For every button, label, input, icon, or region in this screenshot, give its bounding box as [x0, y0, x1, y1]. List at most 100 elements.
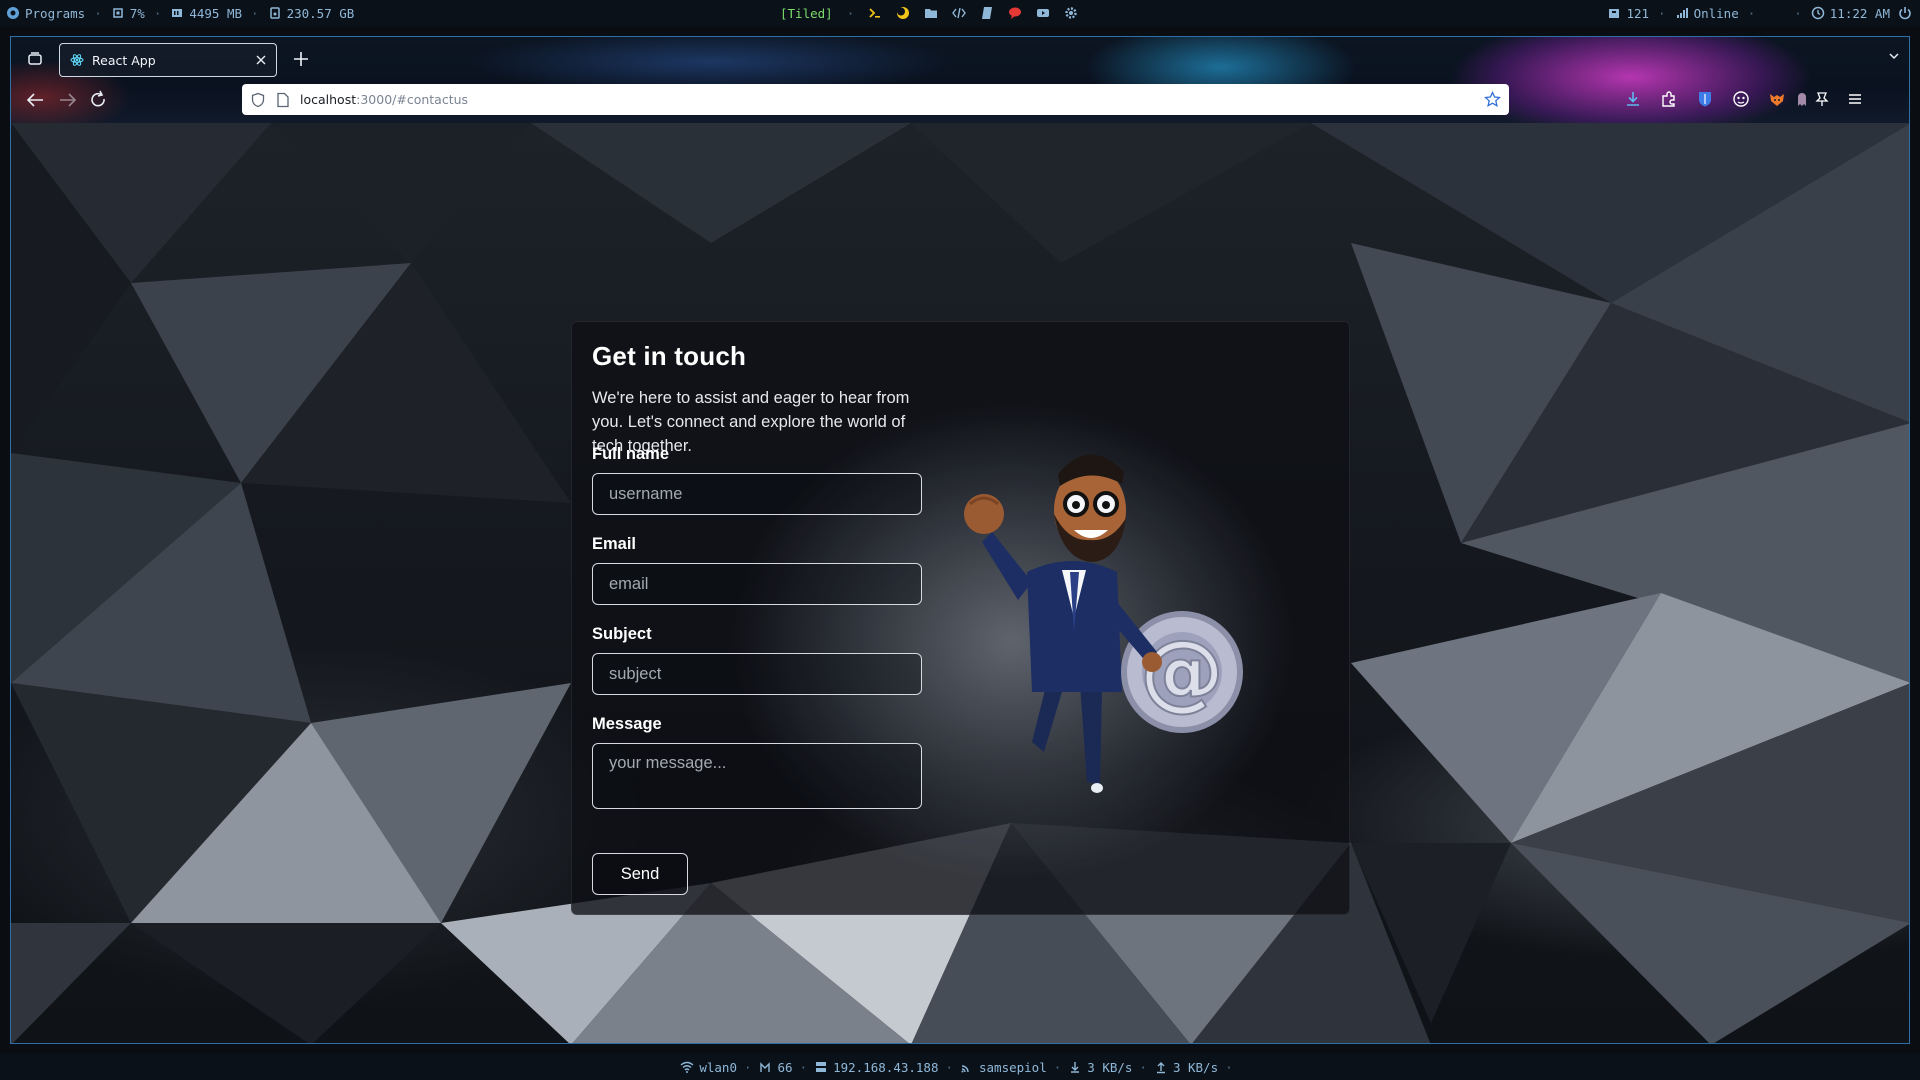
- pin-extension-button[interactable]: [1811, 88, 1833, 110]
- browser-window: React App localhost:3000/#contactus Get …: [10, 36, 1910, 1044]
- code-icon[interactable]: [952, 6, 967, 20]
- hamburger-menu-icon: [1849, 94, 1861, 104]
- updates-indicator[interactable]: 121: [1607, 6, 1649, 21]
- bottom-status-bar: wlan0 · 66 · 192.168.43.188 · samsepiol …: [0, 1054, 1920, 1080]
- subject-input[interactable]: [592, 653, 922, 695]
- top-system-bar: Programs · 7% · 4495 MB · 230.57 GB [Til…: [0, 0, 1920, 26]
- forward-arrow-icon[interactable]: [54, 87, 80, 113]
- disk-usage: 230.57 GB: [268, 5, 355, 21]
- download-speed: 3 KB/s: [1068, 1060, 1132, 1075]
- reload-icon[interactable]: [85, 87, 111, 113]
- tab-react-app[interactable]: React App: [59, 43, 277, 77]
- wifi-icon: [680, 1061, 694, 1073]
- puzzle-icon: [1662, 91, 1675, 107]
- cpu-usage: 7%: [111, 6, 145, 21]
- privacy-badger-icon: [1733, 91, 1749, 107]
- download-value: 3 KB/s: [1087, 1059, 1133, 1075]
- page-content: Get in touch We're here to assist and ea…: [11, 123, 1909, 1043]
- menu-button[interactable]: [1844, 88, 1866, 110]
- ip-address: 192.168.43.188: [814, 1060, 938, 1075]
- pin-icon: [1815, 92, 1829, 106]
- interface-name: wlan0: [699, 1059, 737, 1075]
- ghost-extension-button[interactable]: [1791, 88, 1813, 110]
- chat-icon[interactable]: [1008, 6, 1022, 20]
- full-name-label: Full name: [592, 445, 670, 463]
- businessman-mascot-illustration: @: [964, 454, 1243, 793]
- disk-value: 230.57 GB: [286, 5, 355, 21]
- ssid: samsepiol: [960, 1060, 1047, 1075]
- browser-toolbar: React App localhost:3000/#contactus: [11, 37, 1909, 123]
- privacy-extension-button[interactable]: [1730, 88, 1752, 110]
- terminal-icon[interactable]: [868, 6, 882, 20]
- updates-count: 121: [1626, 5, 1650, 21]
- tab-overview-icon: [28, 52, 42, 65]
- settings-icon[interactable]: [1064, 6, 1078, 20]
- contact-title: Get in touch: [592, 341, 747, 371]
- clock-icon: [1811, 6, 1825, 20]
- cpu-value: 7%: [129, 5, 145, 21]
- wifi-interface[interactable]: wlan0: [680, 1060, 737, 1075]
- programs-menu[interactable]: Programs: [6, 6, 85, 21]
- moon-icon[interactable]: [896, 6, 910, 20]
- layout-indicator[interactable]: [Tiled]: [780, 6, 833, 21]
- fox-extension-button[interactable]: [1766, 88, 1788, 110]
- network-status: Online: [1693, 5, 1739, 21]
- signal-strength: 66: [759, 1060, 793, 1075]
- extensions-button[interactable]: [1658, 88, 1680, 110]
- message-label: Message: [592, 715, 662, 733]
- upload-value: 3 KB/s: [1172, 1059, 1219, 1075]
- url-path: :3000/#contactus: [356, 92, 469, 107]
- download-arrow-icon: [1071, 1062, 1080, 1073]
- back-arrow-icon[interactable]: [23, 87, 49, 113]
- upload-speed: 3 KB/s: [1154, 1060, 1218, 1075]
- tab-overview-button[interactable]: [21, 45, 49, 73]
- memory-icon: [172, 9, 183, 17]
- folder-icon[interactable]: [924, 6, 938, 20]
- cpu-icon: [113, 8, 123, 18]
- youtube-icon[interactable]: [1036, 6, 1050, 20]
- network-indicator[interactable]: Online: [1675, 6, 1739, 21]
- bitwarden-icon: [1699, 92, 1711, 107]
- new-tab-icon[interactable]: [291, 49, 311, 69]
- message-textarea[interactable]: [592, 743, 922, 809]
- ip-value: 192.168.43.188: [833, 1059, 939, 1075]
- list-all-tabs-icon[interactable]: [1887, 49, 1901, 63]
- email-input[interactable]: [592, 563, 922, 605]
- download-icon: [1627, 92, 1639, 106]
- full-name-input[interactable]: [592, 473, 922, 515]
- package-icon: [1609, 9, 1620, 18]
- ssid-value: samsepiol: [979, 1059, 1047, 1075]
- signal-strength-icon: [759, 1062, 770, 1072]
- clock[interactable]: 11:22 AM: [1811, 6, 1890, 21]
- tab-title: React App: [92, 52, 156, 68]
- clock-time: 11:22 AM: [1829, 5, 1890, 21]
- page-icon[interactable]: [276, 92, 290, 108]
- sidebar-button[interactable]: [1694, 88, 1716, 110]
- memory-value: 4495 MB: [189, 5, 243, 21]
- server-icon: [816, 1062, 827, 1072]
- notes-icon[interactable]: [980, 6, 994, 20]
- email-label: Email: [592, 535, 637, 553]
- url-host: localhost: [300, 92, 357, 107]
- subject-label: Subject: [592, 625, 652, 643]
- ghost-icon: [1798, 93, 1806, 106]
- upload-arrow-icon: [1156, 1062, 1165, 1074]
- memory-usage: 4495 MB: [170, 6, 242, 21]
- bookmark-star-icon[interactable]: [1484, 91, 1501, 108]
- react-logo-icon: [70, 54, 84, 66]
- downloads-button[interactable]: [1622, 88, 1644, 110]
- url-text[interactable]: localhost:3000/#contactus: [300, 92, 468, 107]
- rss-icon: [961, 1065, 969, 1073]
- close-tab-icon[interactable]: [254, 53, 268, 67]
- programs-label: Programs: [25, 5, 86, 21]
- signal-value: 66: [777, 1059, 793, 1075]
- fox-icon: [1770, 94, 1784, 106]
- disk-icon: [269, 7, 280, 19]
- app-menu-icon: [7, 7, 19, 19]
- power-icon[interactable]: [1898, 6, 1912, 20]
- signal-bars-icon: [1676, 8, 1688, 18]
- send-button[interactable]: Send: [592, 853, 688, 895]
- shield-icon[interactable]: [250, 92, 266, 108]
- address-bar[interactable]: localhost:3000/#contactus: [242, 84, 1509, 115]
- contact-card: Get in touch We're here to assist and ea…: [571, 321, 1350, 915]
